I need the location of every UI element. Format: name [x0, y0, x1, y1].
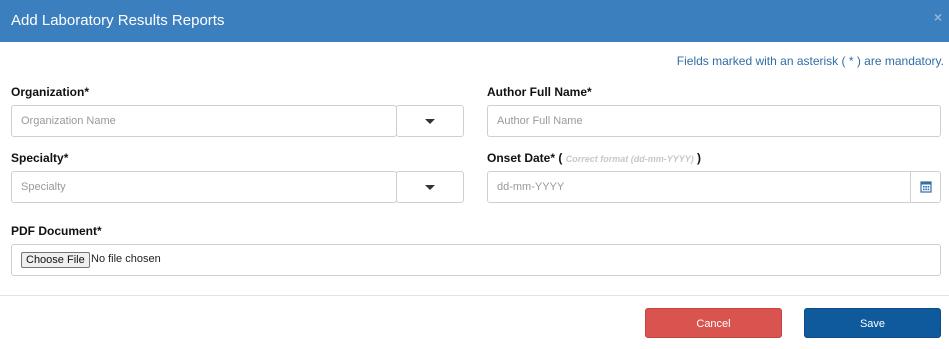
- organization-placeholder: Organization Name: [21, 115, 116, 127]
- pdf-document-label: PDF Document*: [11, 224, 102, 238]
- organization-input[interactable]: Organization Name: [11, 105, 397, 137]
- onset-date-label: Onset Date*: [487, 151, 556, 165]
- calendar-button[interactable]: [910, 172, 940, 202]
- file-status: No file chosen: [91, 253, 161, 265]
- calendar-icon: [920, 181, 932, 193]
- onset-date-placeholder: dd-mm-YYYY: [497, 181, 565, 193]
- onset-date-label-row: Onset Date* ( Correct format (dd-mm-YYYY…: [487, 151, 701, 165]
- organization-label: Organization*: [11, 85, 90, 99]
- save-button[interactable]: Save: [804, 308, 941, 338]
- specialty-placeholder: Specialty: [21, 181, 66, 193]
- cancel-button[interactable]: Cancel: [645, 308, 782, 338]
- onset-date-hint-close: ): [693, 151, 702, 165]
- author-label: Author Full Name*: [487, 85, 592, 99]
- chevron-down-icon: [425, 185, 435, 190]
- onset-date-input[interactable]: dd-mm-YYYY: [487, 171, 941, 203]
- pdf-file-input[interactable]: Choose File No file chosen: [11, 244, 941, 276]
- choose-file-button[interactable]: Choose File: [21, 252, 90, 268]
- modal-title: Add Laboratory Results Reports: [11, 12, 225, 29]
- specialty-label: Specialty*: [11, 151, 69, 165]
- author-placeholder: Author Full Name: [497, 115, 583, 127]
- close-icon[interactable]: ×: [934, 10, 942, 24]
- modal-header: Add Laboratory Results Reports ×: [0, 0, 949, 42]
- author-input[interactable]: Author Full Name: [487, 105, 941, 137]
- organization-dropdown-button[interactable]: [396, 105, 464, 137]
- specialty-dropdown-button[interactable]: [396, 171, 464, 203]
- mandatory-note: Fields marked with an asterisk ( * ) are…: [676, 54, 944, 68]
- specialty-input[interactable]: Specialty: [11, 171, 397, 203]
- chevron-down-icon: [425, 119, 435, 124]
- onset-date-hint-open: (: [555, 151, 566, 165]
- onset-date-hint: Correct format (dd-mm-YYYY): [565, 154, 694, 164]
- footer-divider: [0, 295, 949, 296]
